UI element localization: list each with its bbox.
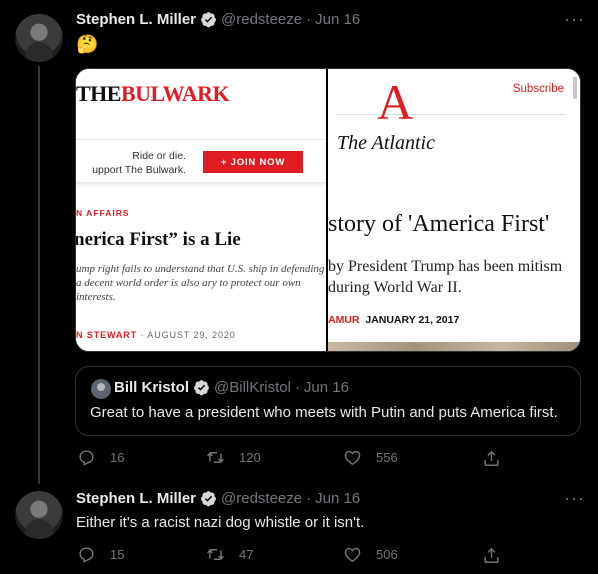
quoted-tweet[interactable]: Bill Kristol @BillKristol · Jun 16 Great… [75,366,581,436]
quoted-header-separator: · [294,379,300,396]
bulwark-author: N STEWART [76,330,138,340]
avatar-bill-kristol [91,379,111,399]
bulwark-section-label: N AFFAIRS [76,208,130,218]
atlantic-scrollbar [573,77,577,99]
like-button[interactable]: 506 [343,545,398,564]
author-handle[interactable]: @redsteeze [221,490,302,507]
tweet2-text: Either it's a racist nazi dog whistle or… [76,514,365,531]
like-icon [344,450,361,466]
quoted-author-handle: @BillKristol [214,379,291,396]
avatar-stephen-miller[interactable] [15,14,63,62]
tweet-date[interactable]: Jun 16 [315,490,360,507]
atlantic-photo-strip [328,342,580,351]
tweet-date[interactable]: Jun 16 [315,11,360,28]
tweet1-header: Stephen L. Miller @redsteeze · Jun 16 [76,11,360,28]
bulwark-logo-the: THE [76,81,121,106]
tweet1-text: 🤔 [76,34,99,54]
bulwark-promo-text: Ride or die. upport The Bulwark. [76,149,186,177]
retweet-button[interactable]: 120 [206,448,261,467]
bulwark-logo: THEBULWARK [76,81,230,107]
quoted-tweet-header: Bill Kristol @BillKristol · Jun 16 [114,379,349,396]
like-count: 506 [376,547,398,562]
reply-count: 16 [110,450,125,465]
retweet-button[interactable]: 47 [206,545,253,564]
atlantic-headline: story of 'America First' [328,211,550,237]
tweet-media[interactable]: THEBULWARK Ride or die. upport The Bulwa… [75,68,581,352]
verified-badge-icon [194,380,209,396]
atlantic-byline: AMUR JANUARY 21, 2017 [328,314,459,326]
atlantic-header-rule [336,114,566,115]
quoted-author-name: Bill Kristol [114,379,190,396]
reply-icon [79,547,94,563]
thread-line [38,66,40,484]
bulwark-join-button: + JOIN NOW [203,151,303,173]
bulwark-promo-line2: upport The Bulwark. [92,164,186,176]
author-name[interactable]: Stephen L. Miller [76,490,196,507]
more-icon[interactable]: ··· [564,9,585,30]
reply-count: 15 [110,547,125,562]
reply-button[interactable]: 15 [77,545,124,564]
atlantic-subscribe-link: Subscribe [512,83,564,95]
atlantic-dek: by President Trump has been mitism durin… [328,258,563,296]
verified-badge-icon [201,12,216,28]
retweet-icon [207,549,224,560]
share-button[interactable] [482,546,501,570]
reply-button[interactable]: 16 [77,448,124,467]
bulwark-headline: nerica First” is a Lie [76,229,241,250]
like-count: 556 [376,450,398,465]
atlantic-logo-title: The Atlantic [337,132,435,154]
bulwark-date: · AUGUST 29, 2020 [137,330,236,340]
share-button[interactable] [482,449,501,473]
atlantic-logo-mark: A [377,74,414,130]
share-icon [484,450,499,466]
atlantic-date: JANUARY 21, 2017 [365,314,460,326]
bulwark-dek: ump right fails to understand that U.S. … [76,263,325,303]
share-icon [484,547,499,563]
like-button[interactable]: 556 [343,448,398,467]
bulwark-screenshot[interactable]: THEBULWARK Ride or die. upport The Bulwa… [76,69,328,351]
retweet-count: 47 [239,547,254,562]
author-handle[interactable]: @redsteeze [221,11,302,28]
more-icon[interactable]: ··· [564,488,585,509]
retweet-count: 120 [239,450,261,465]
tweet2-header: Stephen L. Miller @redsteeze · Jun 16 [76,490,360,507]
bulwark-logo-name: BULWARK [120,81,230,106]
reply-icon [79,450,94,466]
author-name[interactable]: Stephen L. Miller [76,11,196,28]
retweet-icon [207,452,224,463]
atlantic-author: AMUR [328,314,360,326]
quoted-tweet-text: Great to have a president who meets with… [90,404,558,421]
quoted-tweet-date: Jun 16 [303,379,349,396]
bulwark-byline: N STEWART · AUGUST 29, 2020 [76,330,236,340]
avatar-stephen-miller[interactable] [15,491,63,539]
like-icon [344,547,361,563]
verified-badge-icon [201,491,216,507]
header-separator: · [306,490,312,507]
atlantic-screenshot[interactable]: Subscribe A The Atlantic story of 'Ameri… [328,69,580,351]
header-separator: · [306,11,312,28]
bulwark-promo-line1: Ride or die. [132,150,186,162]
